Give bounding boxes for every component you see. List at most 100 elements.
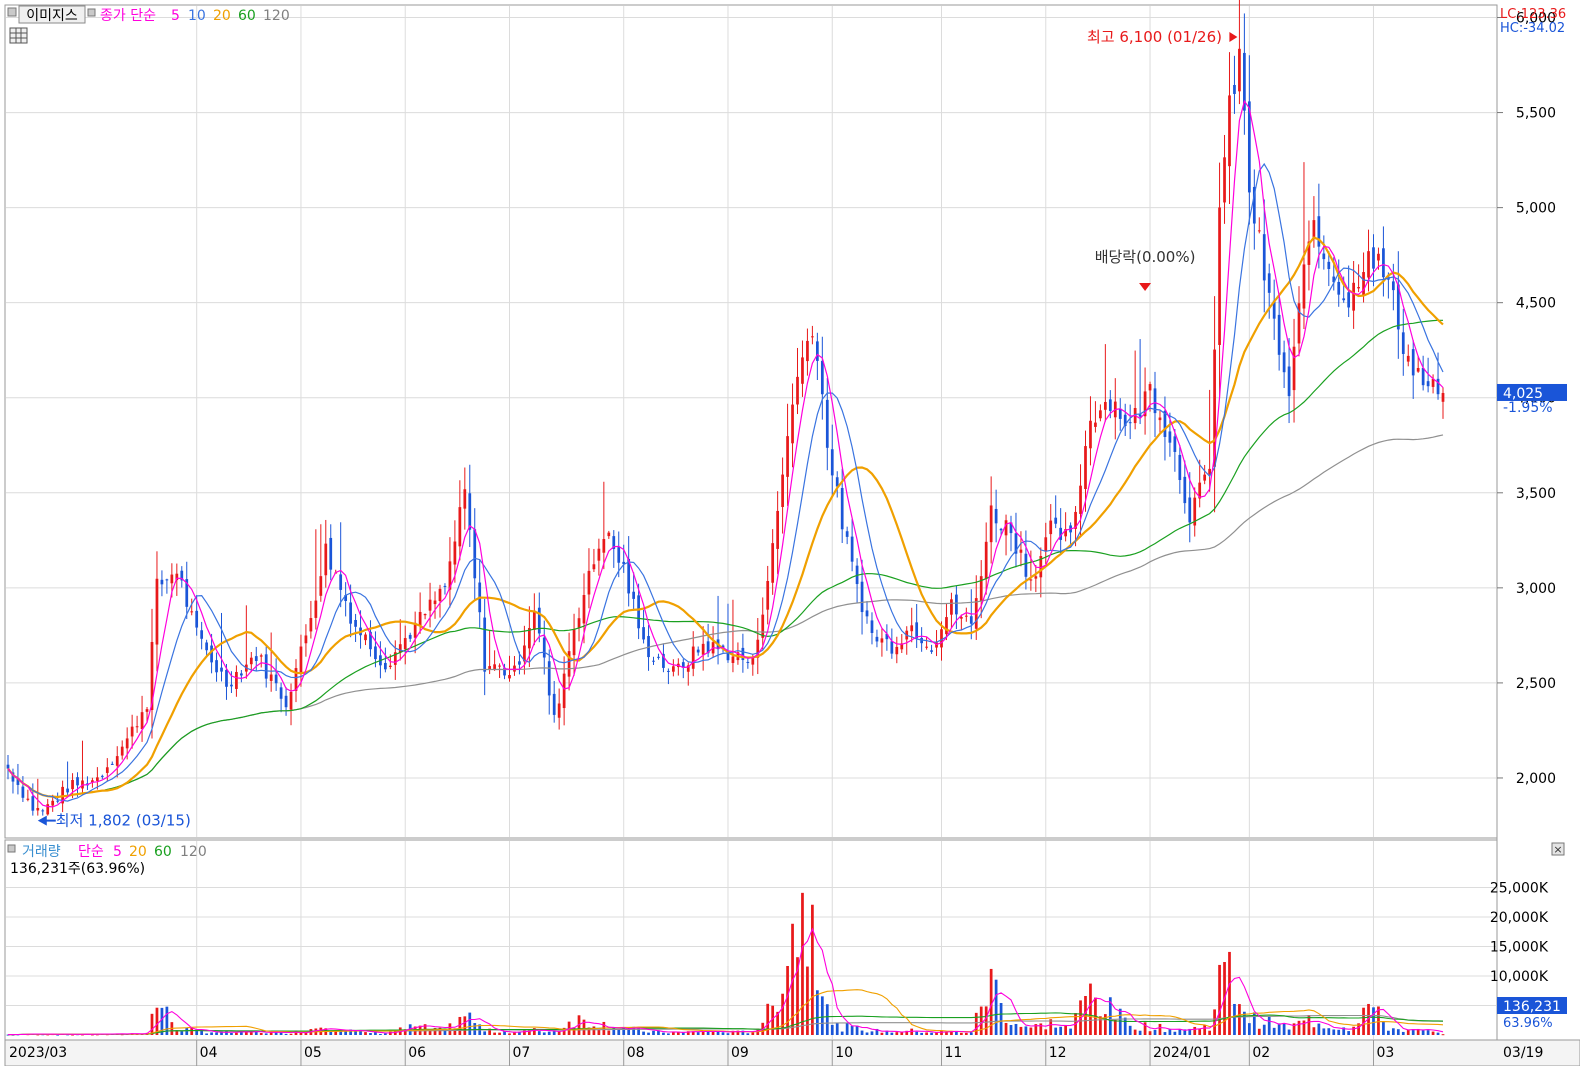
candle-body: [458, 507, 462, 547]
candle-body: [443, 585, 447, 587]
candle-body: [1049, 520, 1053, 535]
candle-body: [925, 646, 928, 648]
candle-body: [528, 628, 531, 649]
candle-body: [657, 656, 660, 658]
candle-body: [130, 726, 134, 737]
candle-body: [1262, 234, 1266, 281]
candle-body: [71, 779, 74, 790]
volume-bar: [811, 904, 814, 1035]
candle-body: [105, 767, 109, 773]
candle-body: [731, 656, 735, 663]
volume-bar: [1312, 1027, 1316, 1035]
volume-bar: [1257, 1028, 1261, 1035]
price-tick-label: 3,000: [1516, 581, 1556, 597]
volume-bar: [1391, 1028, 1395, 1035]
candle-body: [319, 576, 323, 596]
volume-bar: [1138, 1030, 1142, 1035]
volume-panel-collapse-icon[interactable]: [7, 844, 16, 853]
candle-body: [1004, 520, 1008, 536]
candle-body: [1158, 417, 1162, 421]
candle-body: [339, 574, 343, 590]
candle-body: [771, 543, 775, 583]
volume-bar: [1054, 1027, 1058, 1035]
legend-ma10[interactable]: 10: [188, 8, 206, 24]
candle-body: [1372, 247, 1375, 269]
volume-current-readout: 136,231주(63.96%): [10, 861, 145, 877]
volume-bar: [592, 1026, 596, 1035]
chart-canvas[interactable]: 2,0002,5003,0003,5004,0004,5005,0005,500…: [0, 0, 1580, 1067]
legend-ma60[interactable]: 60: [238, 8, 256, 24]
lc-readout: LC:123.36: [1500, 7, 1566, 22]
candle-body: [582, 595, 586, 624]
volume-bar: [215, 1032, 218, 1035]
volume-bar: [1089, 983, 1092, 1035]
candle-body: [423, 613, 427, 616]
legend-ma120[interactable]: 120: [263, 8, 290, 24]
volume-ma-label: 단순: [78, 844, 104, 860]
candle-body: [428, 599, 432, 611]
volume-bar: [1362, 1007, 1365, 1035]
time-tick-label: 2023/03: [9, 1045, 67, 1061]
volume-bar: [1243, 1011, 1246, 1035]
time-tick-label: 05: [304, 1045, 322, 1061]
volume-legend-ma120[interactable]: 120: [180, 844, 207, 860]
volume-bar: [354, 1031, 357, 1035]
candle-body: [240, 673, 243, 676]
candle-body: [1257, 230, 1261, 232]
price-tick-label: 5,000: [1516, 201, 1556, 217]
candle-body: [518, 661, 521, 665]
legend-ma5[interactable]: 5: [171, 8, 180, 24]
candle-body: [36, 808, 40, 811]
candle-body: [388, 665, 392, 667]
candle-body: [309, 618, 313, 632]
volume-bar: [1158, 1023, 1162, 1035]
volume-bar: [1069, 1028, 1072, 1035]
volume-bar: [1282, 1023, 1286, 1035]
volume-bar: [786, 965, 789, 1035]
candle-body: [820, 360, 824, 395]
volume-bar: [1004, 1022, 1008, 1035]
candle-body: [1044, 537, 1048, 552]
candle-body: [205, 642, 208, 651]
volume-bar: [1297, 1020, 1301, 1035]
candle-body: [1029, 579, 1033, 581]
candle-body: [220, 667, 223, 672]
volume-bar: [1267, 1016, 1271, 1035]
candle-body: [324, 543, 328, 576]
candle-body: [592, 564, 596, 570]
volume-bar: [1009, 1024, 1013, 1035]
volume-bar: [235, 1032, 238, 1035]
candle-body: [890, 641, 894, 654]
candle-body: [1302, 264, 1306, 309]
candle-body: [1337, 281, 1341, 295]
candle-body: [552, 693, 556, 715]
candle-body: [557, 703, 561, 718]
candle-body: [1382, 248, 1385, 278]
volume-bar: [180, 1031, 184, 1035]
candle-body: [279, 687, 283, 699]
candle-body: [950, 599, 953, 615]
candle-body: [1441, 392, 1445, 402]
volume-legend-ma20[interactable]: 20: [129, 844, 147, 860]
volume-legend-ma5[interactable]: 5: [113, 844, 122, 860]
candle-body: [577, 618, 581, 628]
volume-bar: [1113, 1019, 1117, 1035]
candle-body: [403, 638, 407, 650]
data-table-icon[interactable]: [9, 27, 28, 44]
candle-body: [825, 399, 829, 448]
volume-bar: [384, 1033, 387, 1035]
volume-legend-label: 거래량: [22, 844, 61, 860]
panel-collapse-icon[interactable]: [7, 7, 17, 17]
volume-bar: [865, 1032, 869, 1035]
candle-body: [1357, 287, 1360, 289]
volume-legend-ma60[interactable]: 60: [154, 844, 172, 860]
volume-bar: [210, 1032, 213, 1035]
candle-body: [1342, 298, 1346, 301]
volume-bar: [801, 892, 804, 1035]
volume-bar: [1287, 1029, 1291, 1035]
candle-body: [364, 634, 367, 641]
volume-bar: [483, 1031, 487, 1035]
candle-body: [1084, 446, 1087, 489]
volume-bar: [617, 1029, 621, 1035]
legend-ma20[interactable]: 20: [213, 8, 231, 24]
